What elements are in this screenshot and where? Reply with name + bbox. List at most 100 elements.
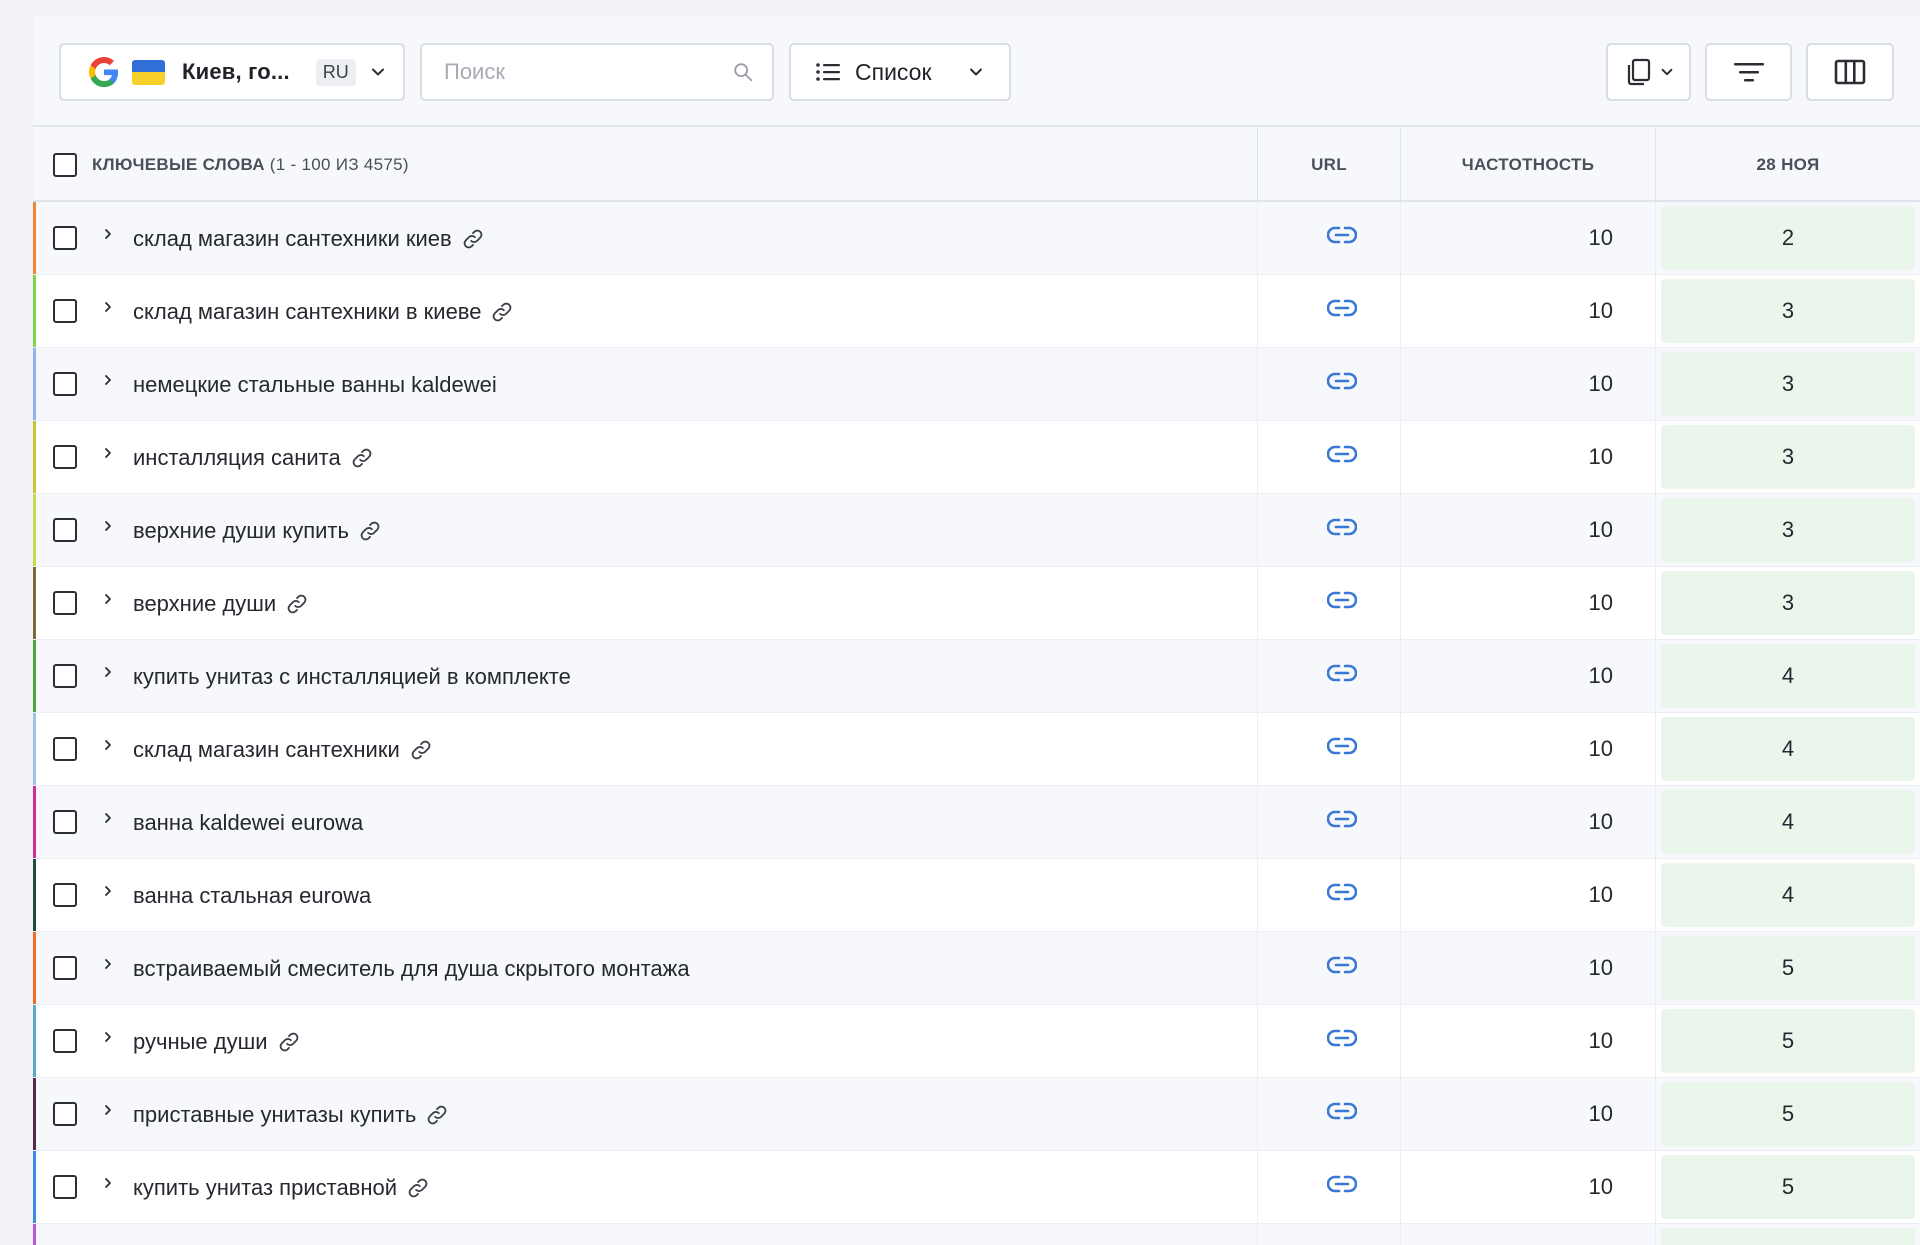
row-checkbox[interactable] (53, 810, 77, 834)
chevron-right-icon[interactable] (97, 368, 119, 392)
url-link-icon[interactable] (1302, 299, 1357, 324)
chevron-right-icon[interactable] (97, 879, 119, 903)
url-link-icon[interactable] (1302, 1175, 1357, 1200)
position-value[interactable]: 4 (1661, 644, 1915, 708)
table-row[interactable]: склад магазин сантехники киев 10 2 (33, 202, 1920, 275)
columns-button[interactable] (1806, 43, 1894, 101)
row-checkbox[interactable] (53, 445, 77, 469)
row-checkbox[interactable] (53, 1175, 77, 1199)
row-checkbox[interactable] (53, 664, 77, 688)
keyword-cell: склад магазин сантехники в киеве (133, 275, 513, 348)
search-input[interactable] (444, 59, 714, 85)
view-mode-selector[interactable]: Список (789, 43, 1011, 101)
position-value[interactable]: 3 (1661, 425, 1915, 489)
url-column-header[interactable]: URL (1257, 127, 1400, 202)
link-icon[interactable] (410, 739, 432, 761)
table-row[interactable]: склад магазин сантехники в киеве 10 3 (33, 275, 1920, 348)
position-value[interactable]: 4 (1661, 790, 1915, 854)
chevron-right-icon[interactable] (97, 952, 119, 976)
keyword-text: купить унитаз с инсталляцией в комплекте (133, 663, 571, 689)
row-checkbox[interactable] (53, 591, 77, 615)
keyword-cell: встраиваемый смеситель для душа скрытого… (133, 932, 690, 1005)
row-checkbox[interactable] (53, 1029, 77, 1053)
position-value[interactable]: 2 (1661, 206, 1915, 270)
url-link-icon[interactable] (1302, 372, 1357, 397)
position-value[interactable]: 3 (1661, 352, 1915, 416)
table-row[interactable]: верхние души 10 3 (33, 567, 1920, 640)
chevron-right-icon[interactable] (97, 806, 119, 830)
position-value[interactable] (1661, 1228, 1915, 1245)
copy-button[interactable] (1606, 43, 1691, 101)
chevron-right-icon[interactable] (97, 660, 119, 684)
url-link-icon[interactable] (1302, 956, 1357, 981)
link-icon[interactable] (359, 520, 381, 542)
row-checkbox[interactable] (53, 518, 77, 542)
search-field[interactable] (420, 43, 774, 101)
url-link-icon[interactable] (1302, 1102, 1357, 1127)
row-checkbox[interactable] (53, 737, 77, 761)
table-row[interactable]: инсталляция санита 10 3 (33, 421, 1920, 494)
url-link-icon[interactable] (1302, 226, 1357, 251)
position-value[interactable]: 3 (1661, 498, 1915, 562)
position-cell: 5 (1655, 1005, 1920, 1077)
link-icon[interactable] (462, 228, 484, 250)
table-row[interactable]: купить унитаз с инсталляцией в комплекте… (33, 640, 1920, 713)
keywords-column-header[interactable]: КЛЮЧЕВЫЕ СЛОВА (1 - 100 ИЗ 4575) (33, 127, 1257, 202)
row-checkbox[interactable] (53, 372, 77, 396)
table-row[interactable]: немецкие стальные ванны kaldewei 10 3 (33, 348, 1920, 421)
table-row[interactable]: встраиваемый смеситель для душа скрытого… (33, 932, 1920, 1005)
row-checkbox[interactable] (53, 1102, 77, 1126)
table-row[interactable]: ванна стальная eurowa 10 4 (33, 859, 1920, 932)
table-row[interactable]: купить унитаз приставной 10 5 (33, 1151, 1920, 1224)
url-link-icon[interactable] (1302, 737, 1357, 762)
row-color-stripe (33, 1078, 36, 1150)
position-value[interactable]: 5 (1661, 1155, 1915, 1219)
select-all-checkbox[interactable] (53, 152, 77, 177)
position-value[interactable]: 3 (1661, 279, 1915, 343)
chevron-right-icon[interactable] (97, 1025, 119, 1049)
url-link-icon[interactable] (1302, 810, 1357, 835)
position-value[interactable]: 5 (1661, 936, 1915, 1000)
table-row[interactable] (33, 1224, 1920, 1245)
chevron-right-icon[interactable] (97, 733, 119, 757)
row-checkbox[interactable] (53, 883, 77, 907)
chevron-right-icon[interactable] (97, 514, 119, 538)
link-icon[interactable] (286, 593, 308, 615)
frequency-column-header[interactable]: ЧАСТОТНОСТЬ (1400, 127, 1655, 202)
frequency-cell: 10 (1400, 1078, 1655, 1150)
date-column-header[interactable]: 28 НОЯ (1655, 127, 1920, 202)
link-icon[interactable] (278, 1031, 300, 1053)
chevron-right-icon[interactable] (97, 441, 119, 465)
table-row[interactable]: приставные унитазы купить 10 5 (33, 1078, 1920, 1151)
position-value[interactable]: 4 (1661, 863, 1915, 927)
row-checkbox[interactable] (53, 956, 77, 980)
link-icon[interactable] (491, 301, 513, 323)
url-link-icon[interactable] (1302, 591, 1357, 616)
region-selector[interactable]: Киев, го... RU (59, 43, 405, 101)
table-row[interactable]: верхние души купить 10 3 (33, 494, 1920, 567)
row-checkbox[interactable] (53, 226, 77, 250)
url-link-icon[interactable] (1302, 1029, 1357, 1054)
table-row[interactable]: склад магазин сантехники 10 4 (33, 713, 1920, 786)
position-value[interactable]: 5 (1661, 1082, 1915, 1146)
chevron-right-icon[interactable] (97, 587, 119, 611)
link-icon[interactable] (351, 447, 373, 469)
table-row[interactable]: ручные души 10 5 (33, 1005, 1920, 1078)
position-value[interactable]: 5 (1661, 1009, 1915, 1073)
table-row[interactable]: ванна kaldewei eurowa 10 4 (33, 786, 1920, 859)
chevron-right-icon[interactable] (97, 222, 119, 246)
url-link-icon[interactable] (1302, 518, 1357, 543)
position-value[interactable]: 3 (1661, 571, 1915, 635)
link-icon[interactable] (407, 1177, 429, 1199)
frequency-cell: 10 (1400, 1005, 1655, 1077)
filter-button[interactable] (1705, 43, 1792, 101)
url-link-icon[interactable] (1302, 664, 1357, 689)
url-link-icon[interactable] (1302, 445, 1357, 470)
row-checkbox[interactable] (53, 299, 77, 323)
chevron-right-icon[interactable] (97, 295, 119, 319)
url-link-icon[interactable] (1302, 883, 1357, 908)
link-icon[interactable] (426, 1104, 448, 1126)
chevron-right-icon[interactable] (97, 1098, 119, 1122)
chevron-right-icon[interactable] (97, 1171, 119, 1195)
position-value[interactable]: 4 (1661, 717, 1915, 781)
